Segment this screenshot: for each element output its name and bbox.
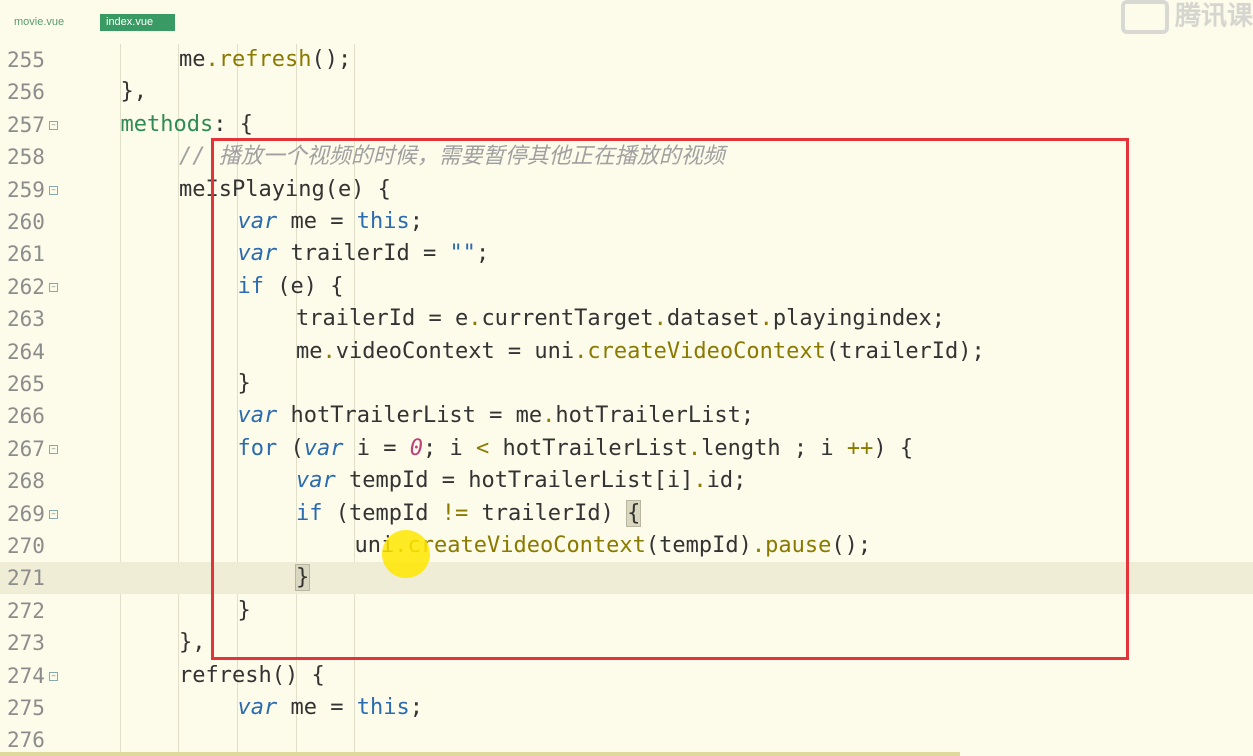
fold-toggle-icon[interactable]: −	[49, 509, 58, 519]
watermark-logo: 腾讯课	[1103, 0, 1253, 34]
code-token: refresh() {	[179, 662, 325, 688]
line-number: 273	[7, 631, 45, 656]
code-token: this	[356, 695, 410, 720]
mouse-cursor-highlight	[382, 530, 430, 578]
line-number: 271	[7, 566, 45, 591]
line-number: 257	[7, 112, 45, 137]
horizontal-scrollbar[interactable]	[0, 752, 960, 756]
line-number: 260	[7, 210, 45, 234]
code-text: me.refresh();	[179, 44, 351, 76]
code-token: : {	[213, 111, 253, 137]
code-token: .	[205, 47, 219, 72]
code-token: me =	[277, 695, 357, 720]
code-token: methods	[120, 111, 214, 137]
line-number: 261	[7, 242, 45, 267]
fold-toggle-icon[interactable]: −	[49, 120, 58, 130]
code-line[interactable]: 257− methods: {	[0, 109, 1253, 141]
tab-index-vue[interactable]: index.vue	[100, 14, 175, 31]
code-token: refresh	[218, 47, 312, 72]
code-text: methods: {	[121, 109, 253, 141]
code-token: var	[237, 695, 278, 720]
code-line[interactable]: 274− refresh() {	[0, 660, 1253, 692]
code-line[interactable]: 255 me.refresh();	[0, 44, 1253, 76]
editor-tab-bar: movie.vue index.vue 腾讯课	[0, 0, 1253, 40]
code-text: refresh() {	[179, 660, 325, 692]
line-number: 267	[7, 436, 45, 461]
fold-toggle-icon[interactable]: −	[49, 185, 58, 195]
line-number: 275	[7, 696, 45, 720]
annotation-highlight-box	[211, 138, 1129, 660]
code-text: },	[179, 627, 206, 659]
fold-toggle-icon[interactable]: −	[49, 444, 58, 454]
line-number: 263	[7, 307, 45, 332]
line-number: 259	[7, 177, 45, 202]
line-number: 266	[7, 404, 45, 429]
code-text: },	[121, 76, 148, 108]
line-number: 268	[7, 469, 45, 494]
line-number: 262	[7, 274, 45, 299]
watermark-text: 腾讯课	[1174, 1, 1253, 32]
code-token: },	[179, 630, 206, 656]
line-number: 269	[7, 501, 45, 526]
line-number: 258	[7, 145, 45, 170]
line-number: 272	[7, 598, 45, 623]
fold-toggle-icon[interactable]: −	[49, 671, 58, 681]
code-token: ();	[311, 47, 352, 72]
code-line[interactable]: 256},	[0, 76, 1253, 108]
tab-movie-vue[interactable]: movie.vue	[8, 14, 70, 31]
line-number: 264	[7, 339, 45, 364]
line-number: 270	[7, 534, 45, 558]
code-token: ;	[409, 695, 423, 720]
code-token: me	[179, 47, 206, 72]
play-logo-icon	[1120, 0, 1169, 34]
code-token: },	[120, 79, 148, 105]
code-text: var me = this;	[238, 692, 423, 724]
line-number: 255	[7, 48, 45, 72]
code-line[interactable]: 275 var me = this;	[0, 692, 1253, 724]
line-number: 256	[7, 80, 45, 105]
line-number: 274	[7, 663, 45, 688]
fold-toggle-icon[interactable]: −	[49, 282, 58, 292]
line-number: 265	[7, 372, 45, 396]
